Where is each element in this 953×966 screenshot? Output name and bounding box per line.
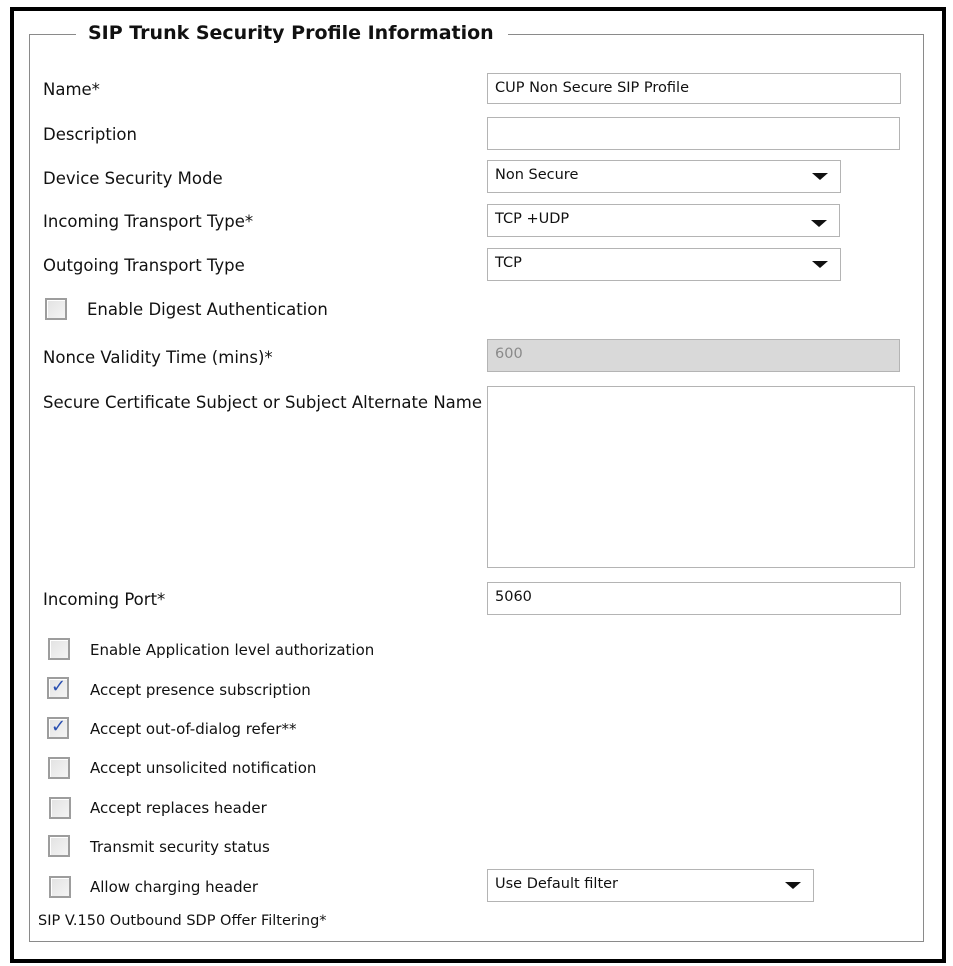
name-input[interactable]: CUP Non Secure SIP Profile: [487, 73, 901, 104]
allow-charging-header-checkbox[interactable]: [49, 876, 71, 898]
name-label: Name*: [43, 80, 100, 99]
description-input[interactable]: [487, 117, 900, 150]
accept-replaces-header-checkbox[interactable]: [49, 797, 71, 819]
description-label: Description: [43, 125, 137, 144]
checkbox-label: Accept unsolicited notification: [90, 759, 317, 777]
enable-digest-auth-label: Enable Digest Authentication: [87, 300, 328, 319]
checkbox-label: Transmit security status: [90, 838, 270, 856]
checkbox-label: Enable Application level authorization: [90, 641, 375, 659]
incoming-port-label: Incoming Port*: [43, 590, 166, 609]
device-security-mode-select[interactable]: Non Secure: [487, 160, 841, 193]
nonce-validity-time-label: Nonce Validity Time (mins)*: [43, 348, 273, 367]
caret-down-icon: [811, 220, 827, 227]
section-title: SIP Trunk Security Profile Information: [76, 22, 508, 44]
checkbox-label: Accept presence subscription: [90, 681, 311, 699]
sdp-offer-filtering-label: SIP V.150 Outbound SDP Offer Filtering*: [38, 913, 327, 929]
outgoing-transport-type-label: Outgoing Transport Type: [43, 256, 245, 275]
caret-down-icon: [812, 261, 828, 268]
checkbox-label: Accept replaces header: [90, 799, 267, 817]
accept-presence-subscription-checkbox[interactable]: ✓: [47, 676, 69, 699]
device-security-mode-value: Non Secure: [495, 167, 579, 183]
transmit-security-status-checkbox[interactable]: [48, 835, 70, 857]
incoming-transport-type-select[interactable]: TCP +UDP: [487, 204, 840, 237]
incoming-port-input[interactable]: 5060: [487, 582, 901, 615]
checkmark-icon: ✓: [51, 676, 67, 697]
sdp-offer-filtering-value: Use Default filter: [495, 876, 619, 892]
secure-cert-subject-label: Secure Certificate Subject or Subject Al…: [43, 393, 482, 412]
caret-down-icon: [785, 882, 801, 889]
incoming-transport-type-value: TCP +UDP: [495, 211, 570, 227]
enable-app-level-auth-checkbox[interactable]: [48, 638, 70, 660]
checkbox-label: Accept out-of-dialog refer**: [90, 720, 297, 738]
accept-out-of-dialog-refer-checkbox[interactable]: ✓: [47, 716, 69, 739]
sdp-offer-filtering-select[interactable]: Use Default filter: [487, 869, 814, 902]
accept-unsolicited-notification-checkbox[interactable]: [48, 757, 70, 779]
device-security-mode-label: Device Security Mode: [43, 169, 223, 188]
enable-digest-auth-checkbox[interactable]: [45, 298, 67, 320]
outgoing-transport-type-select[interactable]: TCP: [487, 248, 841, 281]
checkmark-icon: ✓: [51, 716, 67, 737]
secure-cert-subject-textarea[interactable]: [487, 386, 915, 568]
caret-down-icon: [812, 173, 828, 180]
outgoing-transport-type-value: TCP: [495, 255, 522, 271]
checkbox-label: Allow charging header: [90, 878, 258, 896]
nonce-validity-time-input: 600: [487, 339, 900, 372]
incoming-transport-type-label: Incoming Transport Type*: [43, 212, 254, 231]
